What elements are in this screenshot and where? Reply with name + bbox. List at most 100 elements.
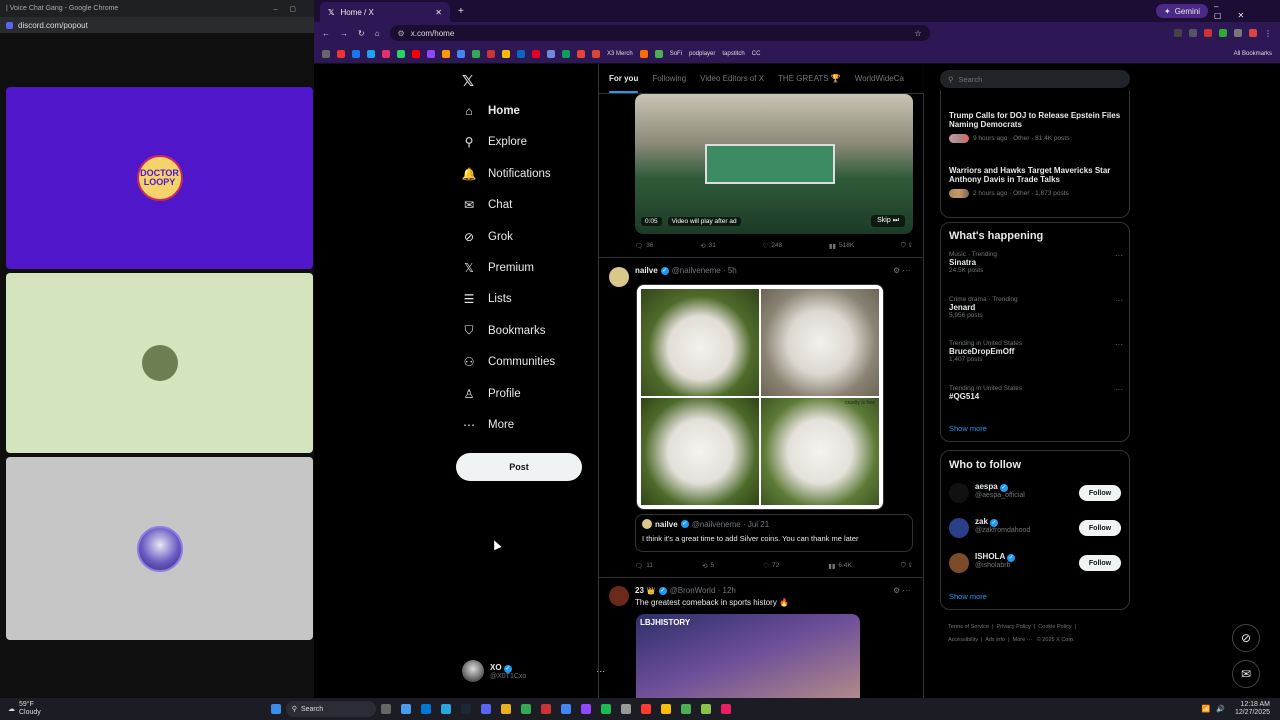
- bookmark-icon[interactable]: [517, 49, 525, 58]
- bookmark-sofi[interactable]: SoFi: [670, 51, 682, 57]
- app-icon[interactable]: [580, 704, 591, 714]
- more-icon[interactable]: ···: [1115, 340, 1123, 349]
- app-icon[interactable]: [720, 704, 731, 714]
- bookmark-icon[interactable]: [412, 49, 420, 58]
- app-icon[interactable]: [680, 704, 691, 714]
- bookmark-icon[interactable]: [654, 49, 663, 58]
- taskview-icon[interactable]: [380, 704, 391, 714]
- store-icon[interactable]: [440, 704, 451, 714]
- repost-button[interactable]: ⟲ 31: [700, 242, 716, 250]
- app-icon[interactable]: [660, 704, 671, 714]
- follow-button[interactable]: Follow: [1079, 485, 1121, 501]
- tab-home-x[interactable]: 𝕏 Home / X ✕: [320, 2, 450, 22]
- bookmark-icon[interactable]: [472, 49, 480, 58]
- steam-icon[interactable]: [460, 704, 471, 714]
- window-controls[interactable]: –▢✕: [1214, 2, 1280, 20]
- extension-icon[interactable]: [1234, 28, 1242, 37]
- follow-button[interactable]: Follow: [1079, 555, 1121, 571]
- post-handle[interactable]: @nailveneme · 5h: [672, 266, 737, 275]
- news-item[interactable]: Warriors and Hawks Target Mavericks Star…: [949, 166, 1127, 198]
- follow-button[interactable]: Follow: [1079, 520, 1121, 536]
- discord-icon[interactable]: [480, 704, 491, 714]
- more-icon[interactable]: ···: [1115, 251, 1123, 260]
- start-icon[interactable]: [270, 704, 281, 714]
- follow-suggestion[interactable]: aespa ✓ @aespa_official Follow: [941, 481, 1129, 511]
- address-bar[interactable]: ⚙ x.com/home ☆: [389, 25, 930, 41]
- home-icon[interactable]: ⌂: [375, 29, 380, 38]
- back-icon[interactable]: ←: [322, 29, 330, 38]
- footer-link[interactable]: More ···: [1013, 637, 1033, 643]
- bookmark-podplayer[interactable]: podplayer: [689, 51, 715, 57]
- bookmark-icon[interactable]: [502, 49, 510, 58]
- nav-item-chat[interactable]: ✉ Chat: [462, 198, 512, 212]
- bookmark-icon[interactable]: [577, 49, 585, 58]
- quoted-post[interactable]: nailve ✓ @nailveneme · Jul 21 I think it…: [635, 514, 913, 552]
- nav-item-profile[interactable]: ♙ Profile: [462, 387, 521, 401]
- account-switcher[interactable]: XO ✓ @X0T1Cxo ···: [462, 660, 605, 682]
- news-item[interactable]: Trump Calls for DOJ to Release Epstein F…: [949, 111, 1127, 143]
- reply-button[interactable]: 🗨 36: [635, 242, 654, 250]
- repost-button[interactable]: ⟲ 5: [702, 562, 714, 570]
- bookmark-cc[interactable]: CC: [752, 51, 761, 57]
- extension-icon[interactable]: [1219, 28, 1227, 37]
- nav-item-lists[interactable]: ☰ Lists: [462, 292, 512, 306]
- like-button[interactable]: ♡ 248: [763, 242, 783, 250]
- search-input[interactable]: ⚲ Search: [940, 70, 1130, 88]
- bookmark-icon[interactable]: [427, 49, 435, 58]
- follow-suggestion[interactable]: ISHOLA ✓ @isholabrb Follow: [941, 551, 1129, 581]
- star-icon[interactable]: ☆: [914, 29, 921, 38]
- skip-ad-button[interactable]: Skip ⏭: [871, 215, 905, 227]
- bookmark-tapstitch[interactable]: tapstitch: [722, 51, 744, 57]
- footer-link[interactable]: Accessibility: [948, 637, 978, 643]
- trend-item[interactable]: Trending in United States BruceDropEmOff 1…: [949, 340, 1123, 363]
- nav-item-notifications[interactable]: 🔔 Notifications: [462, 167, 551, 181]
- bookmark-icon[interactable]: [457, 49, 465, 58]
- avatar[interactable]: [609, 586, 629, 606]
- all-bookmarks[interactable]: All Bookmarks: [1234, 51, 1272, 57]
- views-button[interactable]: ▮▮ 6.4K: [828, 562, 852, 570]
- grok-icon[interactable]: ⊘: [1232, 624, 1260, 652]
- x-logo-icon[interactable]: 𝕏: [462, 72, 474, 90]
- bookmark-icon[interactable]: [352, 49, 360, 58]
- tab-following[interactable]: Following: [652, 74, 686, 83]
- footer-link[interactable]: Privacy Policy: [997, 624, 1031, 630]
- weather-widget[interactable]: ☁ 59°F Cloudy: [0, 701, 41, 717]
- nav-item-explore[interactable]: ⚲ Explore: [462, 135, 527, 149]
- show-more-link[interactable]: Show more: [949, 424, 987, 433]
- bookmark-icon[interactable]: [562, 49, 570, 58]
- post-image[interactable]: LBJHISTORY: [636, 614, 860, 698]
- post-image-grid[interactable]: cruelty is free: [636, 284, 884, 510]
- nav-item-grok[interactable]: ⊘ Grok: [462, 230, 513, 244]
- voice-tile-3[interactable]: [6, 457, 313, 640]
- post-author[interactable]: 23: [635, 586, 644, 595]
- avatar[interactable]: [609, 267, 629, 287]
- trend-item[interactable]: Crime drama · Trending Jenard 5,956 posts ·…: [949, 296, 1123, 319]
- tab-video-editors[interactable]: Video Editors of X: [700, 74, 764, 83]
- follow-suggestion[interactable]: zak ✓ @zakfromdahood Follow: [941, 516, 1129, 546]
- tab-worldwideca[interactable]: WorldWideCa: [855, 74, 904, 83]
- footer-link[interactable]: Terms of Service: [948, 624, 989, 630]
- bookmark-icon[interactable]: [532, 49, 540, 58]
- volume-icon[interactable]: 🔊: [1216, 705, 1225, 713]
- voice-tile-2[interactable]: [6, 273, 313, 453]
- bookmark-icon[interactable]: [337, 49, 345, 58]
- app-icon[interactable]: [620, 704, 631, 714]
- taskbar-search[interactable]: ⚲ Search: [285, 701, 376, 717]
- bookmark-icon[interactable]: [547, 49, 555, 58]
- bookmark-icon[interactable]: [487, 49, 495, 58]
- app-icon[interactable]: [560, 704, 571, 714]
- more-icon[interactable]: ···: [1115, 296, 1123, 305]
- footer-link[interactable]: Cookie Policy: [1038, 624, 1071, 630]
- spotify-icon[interactable]: [600, 704, 611, 714]
- more-icon[interactable]: ⚙ ···: [893, 266, 910, 275]
- menu-icon[interactable]: ⋮: [1264, 29, 1272, 38]
- post-handle[interactable]: @BronWorld · 12h: [670, 586, 736, 595]
- bookmark-icon[interactable]: ⛉ ⇪: [901, 561, 913, 570]
- more-icon[interactable]: ···: [1115, 385, 1123, 394]
- folder-icon[interactable]: [500, 704, 511, 714]
- reload-icon[interactable]: ↻: [358, 29, 365, 38]
- wifi-icon[interactable]: 📶: [1202, 705, 1211, 713]
- edge-icon[interactable]: [420, 704, 431, 714]
- nav-item-communities[interactable]: ⚇ Communities: [462, 355, 556, 369]
- bookmark-icon[interactable]: [639, 49, 648, 58]
